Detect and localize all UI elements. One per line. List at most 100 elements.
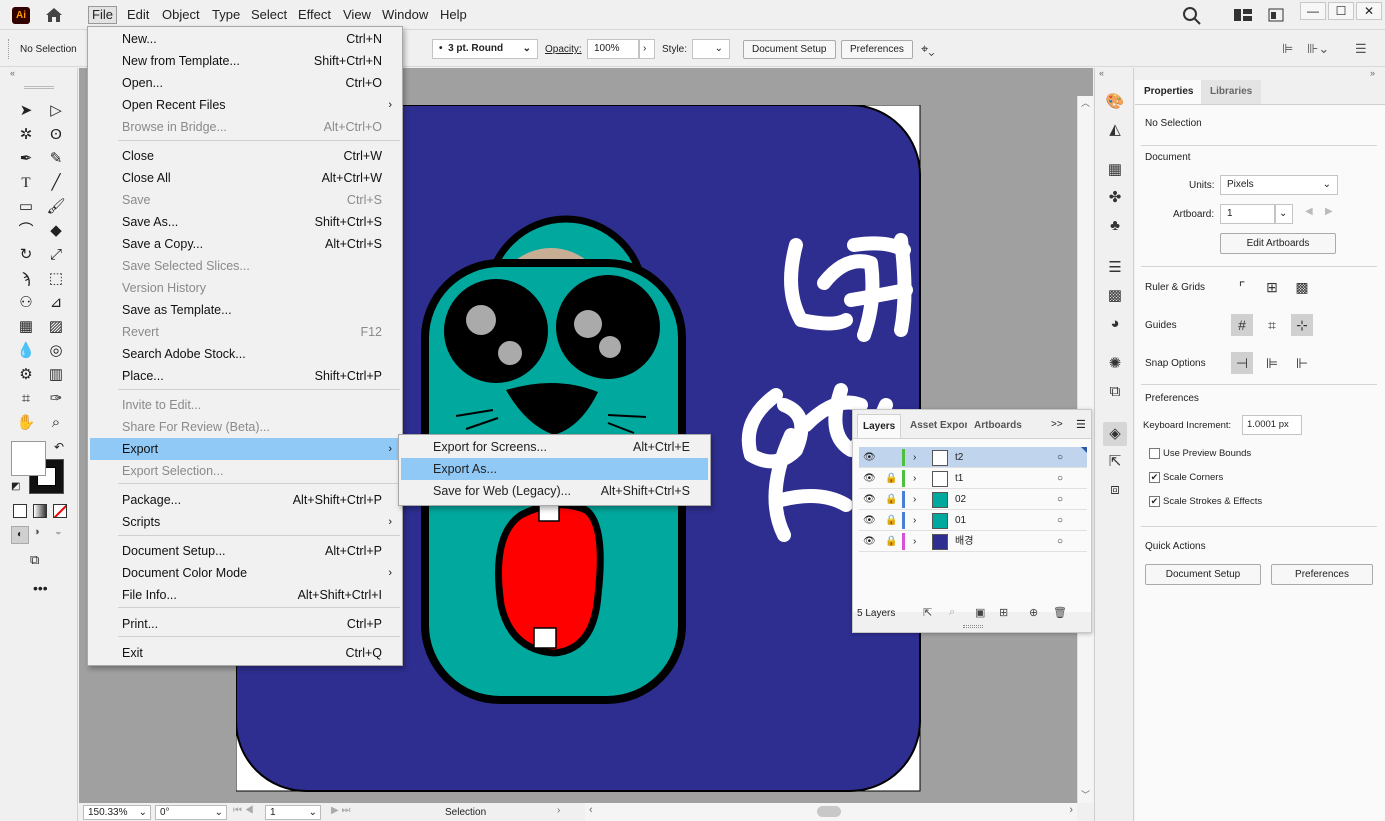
collect-export-icon[interactable]: ⇱ xyxy=(923,606,932,619)
tab-libraries[interactable]: Libraries xyxy=(1201,80,1262,104)
symbols-icon[interactable]: ♣ xyxy=(1103,214,1127,238)
paintbrush-tool-icon[interactable]: 🖌 xyxy=(44,196,68,218)
horizontal-scrollbar[interactable]: ‹ › xyxy=(585,803,1077,821)
collapse-panel-icon[interactable]: » xyxy=(1370,68,1375,78)
more-tools-icon[interactable]: ••• xyxy=(33,580,48,596)
new-layer-icon[interactable]: ⊕ xyxy=(1029,606,1038,619)
file-menu-item[interactable]: Close All Alt+Ctrl+W xyxy=(90,167,400,189)
layer-name[interactable]: t2 xyxy=(955,447,963,468)
layer-row[interactable]: 👁 › t2 ○ xyxy=(859,447,1087,468)
file-menu-item[interactable]: Save a Copy... Alt+Ctrl+S xyxy=(90,233,400,255)
file-menu-item[interactable]: Export › xyxy=(90,438,400,460)
layer-name[interactable]: 배경 xyxy=(955,531,973,552)
selection-tool-icon[interactable]: ➤ xyxy=(14,100,38,122)
panel-menu-icon[interactable]: ☰ xyxy=(1355,41,1367,57)
eye-icon[interactable]: 👁 xyxy=(863,489,876,510)
lock-icon[interactable]: 🔒 xyxy=(885,468,897,489)
grid-icon[interactable]: ⊞ xyxy=(1261,276,1283,298)
file-menu-item[interactable]: New... Ctrl+N xyxy=(90,28,400,50)
locate-object-icon[interactable]: ⌕ xyxy=(949,606,955,619)
expand-layer-icon[interactable]: › xyxy=(913,468,916,489)
stroke-icon[interactable]: ☰ xyxy=(1103,256,1127,280)
lock-icon[interactable]: 🔒 xyxy=(885,531,897,552)
slice-tool-icon[interactable]: ✑ xyxy=(44,388,68,410)
style-select[interactable]: ⌄ xyxy=(692,39,730,59)
opacity-input[interactable]: 100% xyxy=(587,39,639,59)
file-menu-item[interactable]: Print... Ctrl+P xyxy=(90,613,400,635)
layer-row[interactable]: 👁 🔒 › 02 ○ xyxy=(859,489,1087,510)
export-menu-item[interactable]: Export As... xyxy=(401,458,708,480)
quick-document-setup-button[interactable]: Document Setup xyxy=(1145,564,1261,585)
symbol-sprayer-tool-icon[interactable]: ⚙ xyxy=(14,364,38,386)
default-colors-icon[interactable]: ◩ xyxy=(11,481,20,492)
zoom-tool-icon[interactable]: ⌕ xyxy=(44,412,68,434)
eye-icon[interactable]: 👁 xyxy=(863,531,876,552)
expand-layer-icon[interactable]: › xyxy=(913,510,916,531)
artboard-input[interactable]: 1 xyxy=(1220,204,1275,224)
menu-edit[interactable]: Edit xyxy=(124,6,152,24)
transparency-grid-icon[interactable]: ▩ xyxy=(1291,276,1313,298)
file-menu-item[interactable]: Open... Ctrl+O xyxy=(90,72,400,94)
snap-to-pixel-icon[interactable]: ⊫ xyxy=(1261,352,1283,374)
asset-export-icon[interactable]: ⇱ xyxy=(1103,450,1127,474)
layer-name[interactable]: 01 xyxy=(955,510,966,531)
transparency-icon[interactable]: ◕ xyxy=(1103,312,1127,336)
swatches-icon[interactable]: ▦ xyxy=(1103,158,1127,182)
menu-help[interactable]: Help xyxy=(437,6,470,24)
smart-guides-icon[interactable]: ⊹ xyxy=(1291,314,1313,336)
fill-swatch[interactable] xyxy=(11,441,46,476)
eye-icon[interactable]: 👁 xyxy=(863,447,876,468)
zoom-select[interactable]: 150.33% ⌄ xyxy=(83,805,151,820)
scale-tool-icon[interactable]: ⤢ xyxy=(44,244,68,266)
file-menu-item[interactable]: Place... Shift+Ctrl+P xyxy=(90,365,400,387)
layers-icon[interactable]: ◈ xyxy=(1103,422,1127,446)
layer-name[interactable]: t1 xyxy=(955,468,963,489)
line-tool-icon[interactable]: ╱ xyxy=(44,172,68,194)
target-icon[interactable]: ○ xyxy=(1057,468,1063,489)
expand-tabs-icon[interactable]: >> xyxy=(1051,419,1063,430)
rotate-tool-icon[interactable]: ↻ xyxy=(14,244,38,266)
appearance-icon[interactable]: ✺ xyxy=(1103,352,1127,376)
status-menu-icon[interactable]: › xyxy=(557,805,560,816)
file-menu-item[interactable]: Close Ctrl+W xyxy=(90,145,400,167)
curvature-tool-icon[interactable]: ✎ xyxy=(44,148,68,170)
color-palette-icon[interactable]: 🎨 xyxy=(1103,90,1127,114)
gradient-tool-icon[interactable]: ▨ xyxy=(44,316,68,338)
graph-tool-icon[interactable]: ▥ xyxy=(44,364,68,386)
tab-artboards[interactable]: Artboards xyxy=(969,414,1027,438)
show-guides-icon[interactable]: # xyxy=(1231,314,1253,336)
type-tool-icon[interactable]: T xyxy=(14,172,38,194)
perspective-grid-tool-icon[interactable]: ⊿ xyxy=(44,292,68,314)
expand-layer-icon[interactable]: › xyxy=(913,489,916,510)
expand-icon[interactable]: « xyxy=(1099,68,1104,78)
file-menu-item[interactable]: New from Template... Shift+Ctrl+N xyxy=(90,50,400,72)
preferences-button[interactable]: Preferences xyxy=(841,40,913,59)
export-menu-item[interactable]: Save for Web (Legacy)... Alt+Shift+Ctrl+S xyxy=(401,480,708,502)
file-menu-item[interactable]: Document Color Mode › xyxy=(90,562,400,584)
hand-tool-icon[interactable]: ✋ xyxy=(14,412,38,434)
menu-view[interactable]: View xyxy=(340,6,374,24)
rotation-select[interactable]: 0° ⌄ xyxy=(155,805,227,820)
draw-normal-icon[interactable]: ◐ xyxy=(11,526,29,544)
file-menu-item[interactable]: Exit Ctrl+Q xyxy=(90,642,400,664)
tab-properties[interactable]: Properties xyxy=(1135,80,1204,104)
first-artboard-icon[interactable]: ⏮ ◀ xyxy=(233,805,254,816)
file-menu-item[interactable]: Save as Template... xyxy=(90,299,400,321)
target-icon[interactable]: ○ xyxy=(1057,510,1063,531)
color-guide-icon[interactable]: ◭ xyxy=(1103,118,1127,142)
distribute-icon[interactable]: ⊪⌄ xyxy=(1307,41,1329,57)
layer-row[interactable]: 👁 🔒 › 배경 ○ xyxy=(859,531,1087,552)
scale-corners-checkbox[interactable]: ✔ xyxy=(1149,472,1160,483)
snap-to-point-icon[interactable]: ⊣ xyxy=(1231,352,1253,374)
home-icon[interactable] xyxy=(44,5,64,25)
file-menu-item[interactable]: File Info... Alt+Shift+Ctrl+I xyxy=(90,584,400,606)
close-button[interactable]: ✕ xyxy=(1356,2,1382,20)
layer-row[interactable]: 👁 🔒 › t1 ○ xyxy=(859,468,1087,489)
menu-object[interactable]: Object xyxy=(159,6,203,24)
none-mode-icon[interactable] xyxy=(53,504,67,518)
keyboard-increment-input[interactable]: 1.0001 px xyxy=(1242,415,1302,435)
lock-icon[interactable]: 🔒 xyxy=(885,489,897,510)
document-setup-button[interactable]: Document Setup xyxy=(743,40,836,59)
next-artboard-arrow-icon[interactable]: ▶ xyxy=(1325,206,1333,217)
shape-builder-tool-icon[interactable]: ⚇ xyxy=(14,292,38,314)
